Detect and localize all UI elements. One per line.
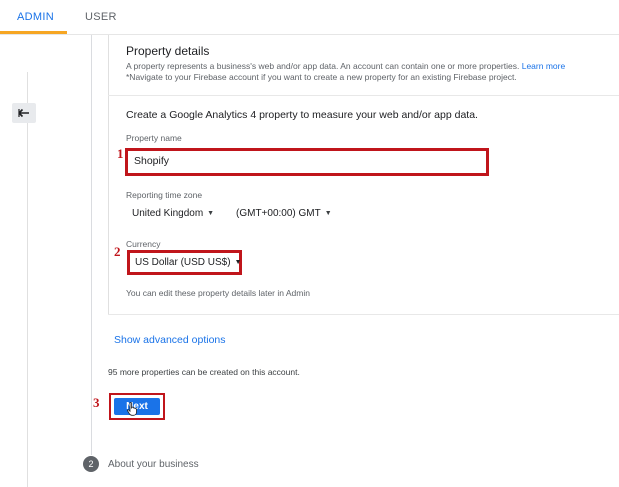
remaining-properties-note: 95 more properties can be created on thi… [108,367,300,377]
currency-dropdown[interactable]: US Dollar (USD US$) ▼ [127,250,242,275]
section-description: A property represents a business's web a… [126,61,565,83]
left-rail-divider [27,72,28,487]
timezone-country-dropdown[interactable]: United Kingdom ▼ [132,208,214,219]
admin-note: You can edit these property details late… [126,288,310,298]
show-advanced-options-link[interactable]: Show advanced options [114,334,226,346]
tab-admin[interactable]: ADMIN [17,11,54,23]
timezone-label: Reporting time zone [126,190,203,200]
property-name-label: Property name [126,133,182,143]
panel-border [108,35,109,315]
panel-separator [108,95,619,96]
annotation-step-1: 1 [117,146,124,161]
timezone-zone-dropdown[interactable]: (GMT+00:00) GMT ▼ [236,208,332,219]
annotation-step-2: 2 [114,244,121,259]
top-tabs: ADMIN USER [0,0,619,34]
caret-down-icon: ▼ [324,210,332,217]
timezone-zone-value: (GMT+00:00) GMT [236,208,321,219]
description-line-1: A property represents a business's web a… [126,61,520,71]
pointer-hand-icon [127,402,137,416]
annotation-step-3: 3 [93,395,100,410]
timezone-country-value: United Kingdom [132,208,204,219]
step-number-badge: 2 [83,456,99,472]
currency-value: US Dollar (USD US$) ▼ [135,257,242,268]
panel-bottom-separator [108,314,619,315]
currency-label: Currency [126,239,161,249]
section-title: Property details [126,44,210,58]
currency-text: US Dollar (USD US$) [135,257,231,268]
property-name-field-highlight [125,148,489,176]
description-line-2: *Navigate to your Firebase account if yo… [126,72,517,82]
caret-down-icon: ▼ [207,210,215,217]
step-title-about-business[interactable]: About your business [108,459,199,470]
learn-more-link[interactable]: Learn more [522,61,565,71]
stepper-line [91,35,92,455]
tab-user[interactable]: USER [85,11,117,23]
back-button[interactable] [12,103,36,123]
back-arrow-icon [18,108,29,118]
create-instruction: Create a Google Analytics 4 property to … [126,109,478,121]
property-name-input[interactable] [128,151,474,171]
caret-down-icon: ▼ [234,259,242,266]
